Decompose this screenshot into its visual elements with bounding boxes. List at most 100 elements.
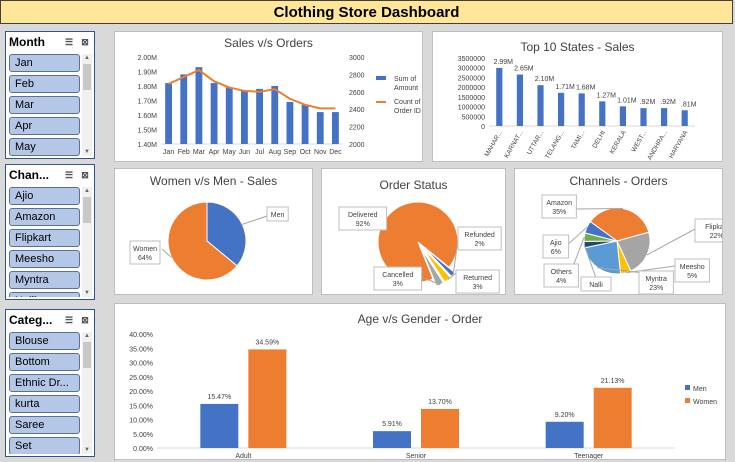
y-tick-label: 500000 — [462, 114, 485, 121]
bar-state-sales — [640, 108, 647, 126]
category-slicer-scrollbar[interactable]: ▲ ▼ — [82, 332, 92, 454]
slicer-item-category[interactable]: Ethnic Dr... — [9, 374, 80, 392]
bar-state-sales — [558, 92, 565, 126]
data-label-cancelled: 3% — [393, 281, 403, 288]
data-label-flipkart: Flipkart — [705, 224, 722, 231]
y-tick-label: 0.00% — [133, 446, 153, 453]
category-slicer[interactable]: Categ... ☰ ⊠ Blouse Bottom Ethnic Dr... kur… — [5, 309, 95, 457]
bar-sales — [165, 83, 172, 144]
data-label-returned: Returned — [463, 275, 492, 282]
legend-label: Women — [693, 399, 717, 406]
channels-orders-chart: Channels - Orders Amazon35%Flipkart22%Me… — [514, 168, 723, 295]
x-tick-label: KERALA — [609, 129, 628, 155]
x-tick-label: MAHAR... — [484, 129, 505, 158]
y2-tick-label: 2400 — [349, 107, 365, 114]
category-slicer-title: Categ... — [9, 313, 53, 327]
line-orders — [168, 68, 336, 110]
slicer-item-channel[interactable]: Flipkart — [9, 229, 80, 247]
data-label-others: Others — [551, 269, 573, 276]
bar-state-sales — [599, 101, 606, 126]
y-tick-label: 1000000 — [458, 105, 485, 112]
data-label: .92M — [640, 99, 656, 106]
clear-filter-icon[interactable]: ⊠ — [79, 314, 91, 326]
bar-state-sales — [516, 74, 523, 126]
y-tick-label: 1.80M — [138, 84, 158, 91]
y-tick-label: 2500000 — [458, 75, 485, 82]
bar-state-sales — [619, 106, 626, 126]
slicer-item-channel[interactable]: Myntra — [9, 271, 80, 289]
x-tick-label: Aug — [269, 149, 282, 156]
x-tick-label: Nov — [314, 149, 327, 156]
bar-state-sales — [661, 108, 668, 126]
data-label-ajio: Ajio — [550, 240, 562, 247]
y-tick-label: 2000000 — [458, 85, 485, 92]
multi-select-icon[interactable]: ☰ — [63, 314, 75, 326]
data-label-others: 4% — [556, 278, 566, 285]
slicer-item-month[interactable]: Mar — [9, 96, 80, 114]
data-label-myntra: Myntra — [645, 276, 667, 283]
x-tick-label: Oct — [300, 149, 311, 156]
bar-women — [421, 408, 459, 448]
bar-sales — [332, 112, 339, 144]
slicer-item-channel[interactable]: Meesho — [9, 250, 80, 268]
slicer-item-month[interactable]: Apr — [9, 117, 80, 135]
data-label: 9.20% — [555, 412, 575, 419]
bar-state-sales — [578, 93, 585, 126]
slicer-item-category[interactable]: kurta — [9, 395, 80, 413]
bar-sales — [316, 112, 324, 144]
data-label-ajio: 6% — [551, 249, 561, 256]
month-slicer[interactable]: Month ☰ ⊠ Jan Feb Mar Apr May ▲ ▼ — [5, 31, 95, 159]
x-tick-label: Teenager — [574, 453, 604, 459]
sales-vs-orders-chart: Sales v/s Orders 1.40M 1.50M 1.60M 1.70M 1.8… — [114, 31, 423, 162]
slicer-item-category[interactable]: Saree — [9, 416, 80, 434]
y-tick-label: 1500000 — [458, 95, 485, 102]
channel-slicer-scrollbar[interactable]: ▲ ▼ — [82, 187, 92, 297]
clear-filter-icon[interactable]: ⊠ — [79, 169, 91, 181]
slicer-item-channel[interactable]: Amazon — [9, 208, 80, 226]
data-label: .81M — [681, 101, 697, 108]
x-tick-label: Jul — [255, 149, 264, 156]
x-tick-label: Feb — [178, 149, 190, 156]
bar-sales — [256, 88, 263, 144]
y-tick-label: 35.00% — [129, 346, 153, 353]
data-label: 21.13% — [601, 378, 625, 385]
data-label-refunded: 2% — [475, 241, 485, 248]
slicer-item-month[interactable]: Feb — [9, 75, 80, 93]
y-tick-label: 1.40M — [138, 142, 158, 149]
y-tick-label: 3500000 — [458, 56, 485, 63]
multi-select-icon[interactable]: ☰ — [63, 169, 75, 181]
bar-sales — [241, 90, 248, 144]
data-label: 13.70% — [428, 399, 452, 406]
data-label-refunded: Refunded — [464, 232, 494, 239]
data-label: 1.71M — [555, 84, 575, 91]
legend-label: Order ID — [394, 108, 421, 115]
legend-label: Men — [693, 386, 707, 393]
y-tick-label: 25.00% — [129, 375, 153, 382]
slicer-item-category[interactable]: Set — [9, 437, 80, 454]
y-tick-label: 0 — [481, 124, 485, 131]
channel-slicer[interactable]: Chan... ☰ ⊠ Ajio Amazon Flipkart Meesho Mynt… — [5, 164, 95, 300]
slicer-item-category[interactable]: Bottom — [9, 353, 80, 371]
slicer-item-category[interactable]: Blouse — [9, 332, 80, 350]
legend-swatch-sales — [376, 76, 386, 80]
slicer-item-month[interactable]: May — [9, 138, 80, 156]
data-label-cancelled: Cancelled — [382, 272, 413, 279]
x-tick-label: TAMI... — [570, 129, 586, 150]
slicer-item-month[interactable]: Jan — [9, 54, 80, 72]
y2-tick-label: 2600 — [349, 90, 365, 97]
bar-women — [593, 387, 632, 448]
slicer-item-channel[interactable]: Nalli — [9, 292, 80, 297]
data-label: 2.65M — [514, 66, 534, 73]
y-tick-label: 10.00% — [129, 418, 153, 425]
multi-select-icon[interactable]: ☰ — [63, 36, 75, 48]
x-tick-label: May — [223, 149, 237, 156]
month-slicer-scrollbar[interactable]: ▲ ▼ — [82, 54, 92, 156]
data-label-flipkart: 22% — [710, 233, 722, 240]
data-label-women: Women — [133, 246, 157, 253]
y2-tick-label: 2800 — [349, 72, 365, 79]
clear-filter-icon[interactable]: ⊠ — [79, 36, 91, 48]
slicer-item-channel[interactable]: Ajio — [9, 187, 80, 205]
x-tick-label: Adult — [235, 453, 251, 459]
dashboard-title: Clothing Store Dashboard — [0, 0, 733, 24]
bar-sales — [180, 74, 188, 144]
